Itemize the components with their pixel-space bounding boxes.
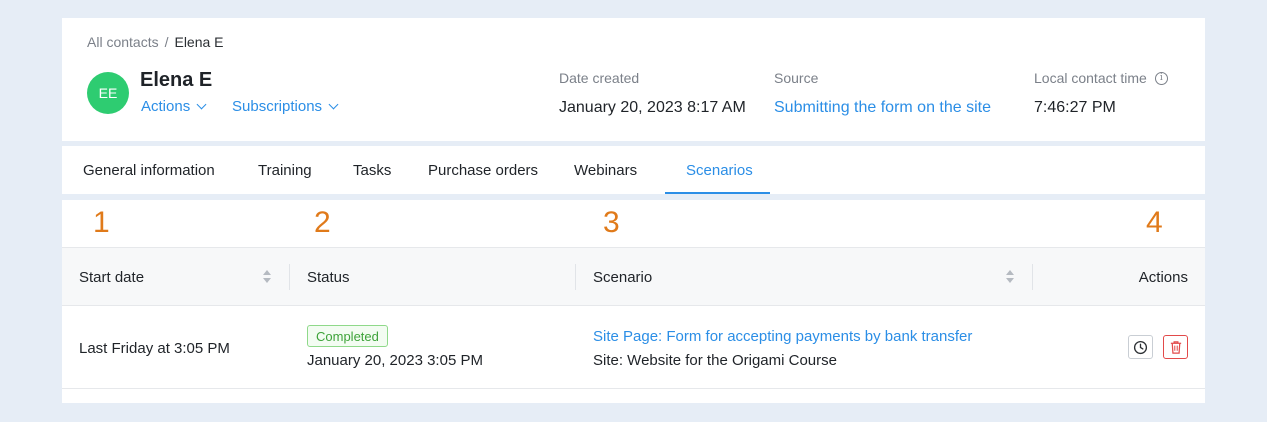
chevron-down-icon	[196, 99, 207, 110]
annotation-number: 2	[314, 206, 331, 239]
contact-name: Elena E	[140, 69, 213, 91]
tab-general-information[interactable]: General information	[83, 146, 215, 194]
source-link[interactable]: Submitting the form on the site	[774, 99, 991, 117]
table-row: Last Friday at 3:05 PM Completed January…	[62, 306, 1205, 389]
status-date: January 20, 2023 3:05 PM	[307, 352, 483, 369]
breadcrumb-current: Elena E	[174, 34, 224, 50]
sort-icon[interactable]	[262, 269, 272, 285]
chevron-down-icon	[328, 99, 339, 110]
tab-purchase-orders[interactable]: Purchase orders	[428, 146, 538, 194]
delete-button[interactable]	[1163, 335, 1188, 359]
start-date-cell: Last Friday at 3:05 PM	[79, 340, 230, 357]
column-divider	[289, 264, 290, 290]
column-header-status: Status	[307, 268, 350, 286]
table-header: Start date Status Scenario Actions	[62, 248, 1205, 306]
tab-training[interactable]: Training	[258, 146, 312, 194]
column-header-scenario[interactable]: Scenario	[593, 248, 652, 306]
tab-scenarios[interactable]: Scenarios	[686, 146, 753, 194]
annotation-number: 3	[603, 206, 620, 239]
column-divider	[575, 264, 576, 290]
date-created-label: Date created	[559, 70, 640, 86]
subscriptions-dropdown[interactable]: Subscriptions	[232, 98, 339, 115]
info-icon[interactable]: i	[1154, 71, 1168, 85]
source-label: Source	[774, 70, 819, 86]
date-created-value: January 20, 2023 8:17 AM	[559, 99, 746, 116]
tab-tasks[interactable]: Tasks	[353, 146, 391, 194]
sort-icon[interactable]	[1005, 269, 1015, 285]
scenario-site: Site: Website for the Origami Course	[593, 352, 837, 369]
breadcrumb: All contacts / Elena E	[87, 34, 224, 50]
column-header-actions: Actions	[1138, 268, 1188, 286]
actions-dropdown[interactable]: Actions	[141, 98, 207, 115]
local-time-label: Local contact time i	[1034, 70, 1168, 86]
contact-header: All contacts / Elena E EE Elena E Actions …	[62, 18, 1205, 141]
history-icon	[1133, 340, 1148, 354]
column-divider	[1032, 264, 1033, 290]
status-badge: Completed	[307, 325, 388, 347]
active-tab-indicator	[665, 192, 770, 194]
history-button[interactable]	[1128, 335, 1153, 359]
subscriptions-dropdown-label: Subscriptions	[232, 98, 323, 115]
tab-webinars[interactable]: Webinars	[574, 146, 637, 194]
local-time-label-text: Local contact time	[1034, 70, 1147, 86]
scenarios-table: 1 2 3 4 Start date Status Scenario Actio…	[62, 200, 1205, 403]
breadcrumb-separator: /	[164, 34, 169, 50]
annotation-row: 1 2 3 4	[62, 200, 1205, 248]
avatar: EE	[87, 72, 129, 114]
scenario-link[interactable]: Site Page: Form for accepting payments b…	[593, 328, 972, 345]
column-header-start-date[interactable]: Start date	[79, 248, 144, 306]
breadcrumb-all-contacts[interactable]: All contacts	[87, 34, 159, 50]
annotation-number: 4	[1146, 206, 1163, 239]
local-time-value: 7:46:27 PM	[1034, 99, 1116, 116]
trash-icon	[1170, 340, 1181, 354]
tabs-bar: General information Training Tasks Purch…	[62, 146, 1205, 194]
annotation-number: 1	[93, 206, 110, 239]
actions-dropdown-label: Actions	[141, 98, 191, 115]
